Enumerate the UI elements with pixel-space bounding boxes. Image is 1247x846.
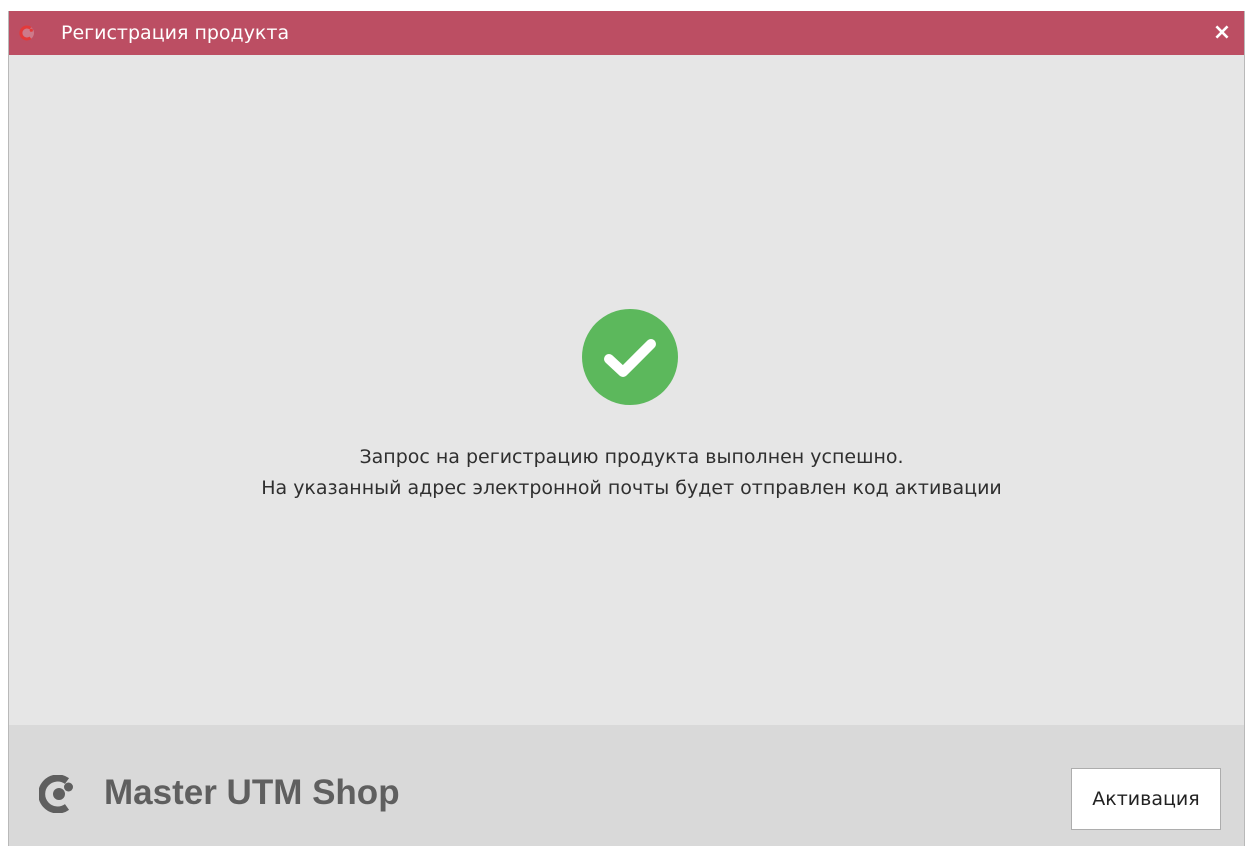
status-message-line-2: На указанный адрес электронной почты буд…: [261, 477, 1002, 499]
close-button[interactable]: ×: [1210, 21, 1234, 45]
status-message: Запрос на регистрацию продукта выполнен …: [9, 442, 1244, 504]
activate-button[interactable]: Активация: [1071, 768, 1221, 830]
registration-dialog: Регистрация продукта × Запрос на регистр…: [8, 11, 1245, 846]
success-check-icon: [582, 309, 678, 405]
brand-logo-icon: [39, 775, 73, 813]
dialog-content: Запрос на регистрацию продукта выполнен …: [9, 55, 1244, 725]
status-message-line-1: Запрос на регистрацию продукта выполнен …: [359, 446, 904, 468]
close-icon: ×: [1212, 20, 1232, 45]
app-logo-icon: [19, 25, 34, 41]
brand-name: Master UTM Shop: [104, 773, 400, 812]
window-title: Регистрация продукта: [61, 22, 290, 44]
dialog-footer: Master UTM Shop Активация: [9, 725, 1244, 846]
title-bar[interactable]: Регистрация продукта ×: [9, 11, 1244, 55]
